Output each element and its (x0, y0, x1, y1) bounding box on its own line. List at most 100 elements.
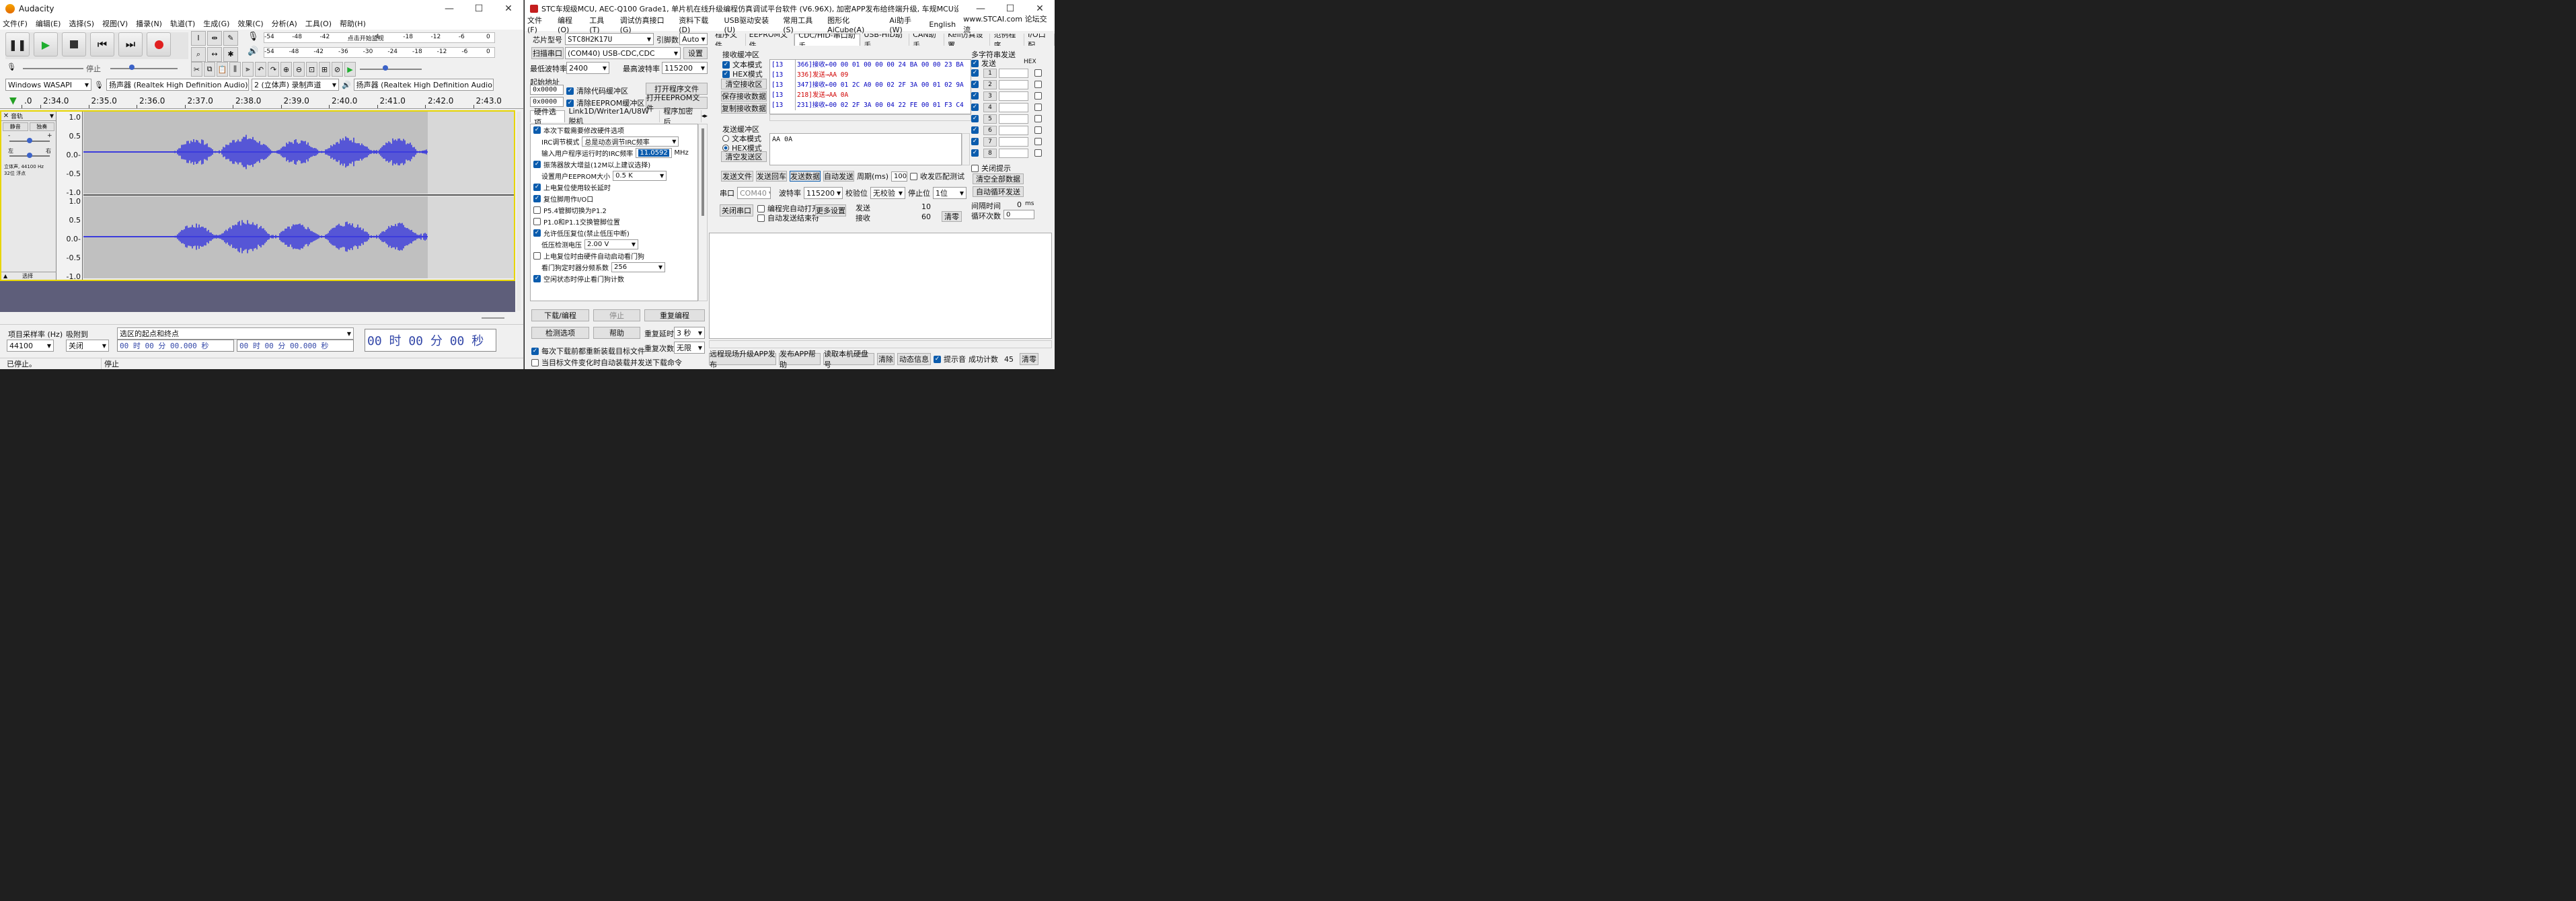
waveform[interactable] (83, 112, 514, 280)
hw-option[interactable]: ✓ 复位脚用作I/O口 (531, 193, 697, 204)
send-file-button[interactable]: 发送文件 (721, 171, 753, 182)
function-tab[interactable]: 程序文件 (712, 34, 746, 46)
menu-item[interactable]: www.STCAI.com 论坛交流 (963, 13, 1047, 35)
hw-option[interactable]: 低压检测电压 2.00 V ▼ (531, 239, 697, 250)
draw-tool-button[interactable]: ✎ (223, 31, 238, 46)
gain-slider[interactable]: - + (1, 132, 56, 147)
solo-button[interactable]: 独奏 (29, 122, 54, 131)
send-enter-button[interactable]: 发送回车 (756, 171, 787, 182)
volume-thumb-icon[interactable] (129, 65, 135, 70)
pause-button[interactable]: ❚❚ (5, 32, 30, 56)
play-button[interactable]: ▶ (34, 32, 58, 56)
menu-item[interactable]: 常用工具(S) (783, 15, 820, 34)
mute-button[interactable]: 静音 (3, 122, 28, 131)
info-scrollbar-h[interactable] (709, 340, 1052, 348)
undo-button[interactable]: ↶ (255, 62, 266, 77)
loops-input[interactable]: 0 (1003, 210, 1034, 219)
multi-string-input[interactable] (999, 125, 1028, 135)
horizontal-scrollbar[interactable] (482, 317, 504, 319)
hw-option-select[interactable]: 2.00 V ▼ (584, 239, 638, 249)
minimize-icon[interactable]: — (966, 3, 995, 14)
clear-info-button[interactable]: 清除 (877, 353, 895, 365)
info-output-area[interactable] (709, 233, 1052, 339)
hw-option[interactable]: P5.4管脚切换为P1.2 (531, 204, 697, 216)
minimize-icon[interactable]: — (434, 3, 464, 14)
hw-tab[interactable]: 硬件选项 (530, 108, 566, 127)
fit-project-button[interactable]: ⊞ (319, 62, 330, 77)
menu-item[interactable]: 效果(C) (237, 18, 263, 29)
range-mode-select[interactable]: 选区的起点和终点 ▼ (117, 327, 354, 340)
auto-end-checkbox[interactable]: 自动发送结束符 (757, 212, 819, 223)
check-options-button[interactable]: 检测选项 (531, 327, 589, 339)
menu-item[interactable]: 生成(G) (203, 18, 229, 29)
checkbox-unchecked-icon[interactable] (533, 206, 541, 214)
multi-string-input[interactable] (999, 148, 1028, 158)
addr1-input[interactable]: 0x0000 (530, 85, 564, 95)
menu-item[interactable]: 播录(N) (136, 18, 162, 29)
function-tab[interactable]: USB-HID助手 (860, 34, 910, 46)
checkbox-checked-icon[interactable]: ✓ (971, 92, 979, 100)
serial-port-select[interactable]: COM40▼ (737, 187, 771, 199)
close-tip-checkbox[interactable]: 关闭提示 (971, 163, 1011, 173)
checkbox-checked-icon[interactable]: ✓ (971, 126, 979, 134)
menu-item[interactable]: 视图(V) (102, 18, 128, 29)
hw-option[interactable]: ✓ 允许低压复位(禁止低压中断) (531, 227, 697, 239)
checkbox-unchecked-icon[interactable] (1034, 81, 1042, 88)
beep-checkbox[interactable]: ✓ 提示音 (934, 354, 966, 364)
silence-button[interactable]: ⫸ (242, 62, 254, 77)
timeshift-tool-button[interactable]: ↔ (207, 46, 222, 62)
menu-item[interactable]: Ai助手(W) (889, 15, 921, 34)
fit-selection-button[interactable]: ⊡ (306, 62, 317, 77)
menu-item[interactable]: 轨道(T) (170, 18, 195, 29)
zoom-in-button[interactable]: ⊕ (280, 62, 292, 77)
speed-thumb-icon[interactable] (383, 65, 388, 71)
menu-item[interactable]: 工具(O) (305, 18, 332, 29)
multi-send-button[interactable]: 5 (983, 114, 997, 124)
checkbox-checked-icon[interactable]: ✓ (533, 161, 541, 168)
skip-end-button[interactable]: ⏭ (118, 32, 143, 56)
checkbox-unchecked-icon[interactable] (1034, 69, 1042, 77)
maximize-icon[interactable]: ☐ (995, 3, 1025, 14)
multi-string-input[interactable] (999, 114, 1028, 124)
selection-tool-button[interactable]: I (191, 31, 206, 46)
clear-all-button[interactable]: 清空全部数据 (973, 173, 1024, 184)
multi-send-button[interactable]: 8 (983, 148, 997, 158)
playback-device-select[interactable]: 扬声器 (Realtek High Definition Audio)▼ (353, 79, 494, 91)
recv-hex-mode-checkbox[interactable]: ✓ HEX模式 (722, 69, 763, 79)
pan-slider[interactable]: 左 右 (1, 147, 56, 162)
repeat-count-select[interactable]: 无限 ▼ (674, 342, 705, 354)
clear-send-button[interactable]: 清空发送区 (721, 151, 767, 162)
checkbox-checked-icon[interactable]: ✓ (533, 184, 541, 191)
multi-send-button[interactable]: 3 (983, 91, 997, 101)
hw-option[interactable]: P1.0和P1.1交换管脚位置 (531, 216, 697, 227)
multi-string-input[interactable] (999, 102, 1028, 112)
dynamic-info-button[interactable]: 动态信息 (897, 353, 931, 365)
multi-send-button[interactable]: 6 (983, 125, 997, 135)
port-select[interactable]: (COM40) USB-CDC,CDC ▼ (565, 47, 681, 59)
multi-tool-button[interactable]: ✱ (223, 46, 238, 62)
hw-option[interactable]: 输入用户程序运行时的IRC频率11.0592▼MHz (531, 147, 697, 159)
checkbox-unchecked-icon[interactable] (1034, 92, 1042, 100)
hw-option[interactable]: IRC调节模式 总是动态调节IRC频率 ▼ (531, 136, 697, 147)
checkbox-unchecked-icon[interactable] (1034, 149, 1042, 157)
rate-select[interactable]: 44100 ▼ (7, 340, 54, 352)
audio-position-time[interactable]: 00 时 00 分 00 秒 (365, 329, 496, 352)
menu-item[interactable]: USB驱动安装(U) (724, 15, 776, 34)
auto-loop-button[interactable]: 自动循环发送 (973, 186, 1024, 197)
multi-string-input[interactable] (999, 91, 1028, 101)
checkbox-unchecked-icon[interactable] (533, 218, 541, 225)
hw-option[interactable]: 设置用户EEPROM大小 0.5 K ▼ (531, 170, 697, 182)
multi-send-button[interactable]: 7 (983, 136, 997, 147)
multi-string-input[interactable] (999, 79, 1028, 89)
hw-option-select[interactable]: 11.0592▼ (636, 148, 673, 158)
envelope-tool-button[interactable]: ⇹ (207, 31, 222, 46)
stop-button[interactable] (62, 32, 86, 56)
multi-send-button[interactable]: 2 (983, 79, 997, 89)
close-icon[interactable]: ✕ (1025, 3, 1055, 14)
selection-start-time[interactable]: 00 时 00 分 00.000 秒 (117, 340, 234, 352)
min-baud-select[interactable]: 2400 ▼ (566, 62, 609, 74)
checkbox-unchecked-icon[interactable] (1034, 126, 1042, 134)
multi-send-button[interactable]: 1 (983, 68, 997, 78)
copy-button[interactable]: ⧉ (204, 62, 215, 77)
checkbox-checked-icon[interactable]: ✓ (971, 115, 979, 122)
